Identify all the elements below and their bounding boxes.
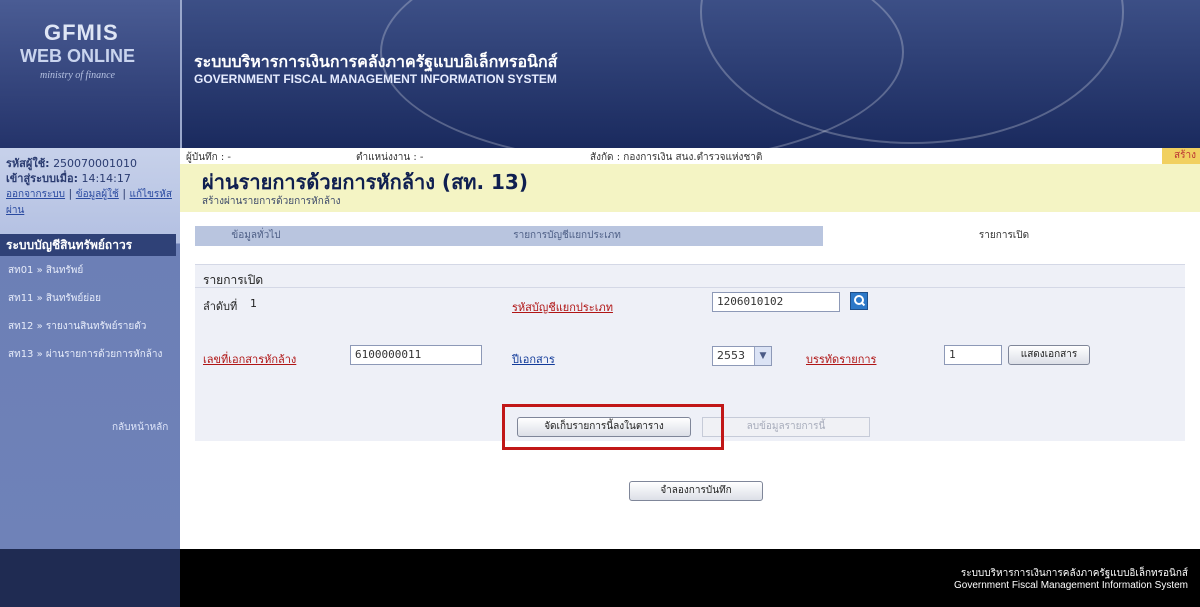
user-info-link[interactable]: ข้อมูลผู้ใช้ (76, 189, 119, 200)
sidebar: รหัสผู้ใช้: 250070001010 เข้าสู่ระบบเมื่… (0, 148, 180, 549)
gfmis-logo[interactable]: GFMIS WEB ONLINE ministry of finance (0, 0, 182, 148)
clearing-doc-label[interactable]: เลขที่เอกสารหักล้าง (203, 350, 296, 368)
section-divider (195, 287, 1185, 288)
tab-open-items[interactable]: รายการเปิด (823, 226, 1185, 246)
seq-label: ลำดับที่ (203, 300, 238, 313)
sidebar-item-st11[interactable]: สท11 » สินทรัพย์ย่อย (0, 292, 180, 305)
footer-text-english: Government Fiscal Management Information… (954, 580, 1188, 591)
affiliation-label: สังกัด : กองการเงิน สนง.ตำรวจแห่งชาติ (590, 152, 763, 163)
gl-account-label[interactable]: รหัสบัญชีแยกประเภท (512, 298, 613, 316)
system-title-english: GOVERNMENT FISCAL MANAGEMENT INFORMATION… (194, 72, 557, 86)
logo-tagline: ministry of finance (40, 70, 115, 81)
footer-text-thai: ระบบบริหารการเงินการคลังภาครัฐแบบอิเล็กท… (960, 568, 1188, 579)
show-document-button[interactable]: แสดงเอกสาร (1008, 345, 1090, 365)
doc-year-label[interactable]: ปีเอกสาร (512, 350, 555, 368)
delete-item-button[interactable]: ลบข้อมูลรายการนี้ (702, 417, 870, 437)
tab-general-info[interactable]: ข้อมูลทั่วไป (195, 226, 317, 246)
app-header: GFMIS WEB ONLINE ministry of finance ระบ… (0, 0, 1200, 148)
clearing-doc-field[interactable]: 6100000011 (350, 345, 482, 365)
sidebar-menu-title: ระบบบัญชีสินทรัพย์ถาวร (0, 234, 176, 256)
login-time-label: เข้าสู่ระบบเมื่อ: (6, 172, 78, 185)
user-code-label: รหัสผู้ใช้: (6, 157, 50, 170)
line-item-label[interactable]: บรรทัดรายการ (806, 350, 876, 368)
tab-gl-items[interactable]: รายการบัญชีแยกประเภท (317, 226, 817, 246)
simulate-save-button[interactable]: จำลองการบันทึก (629, 481, 763, 501)
recorder-label: ผู้บันทึก : - (186, 152, 232, 163)
logo-subtitle: WEB ONLINE (20, 46, 135, 66)
user-info: รหัสผู้ใช้: 250070001010 เข้าสู่ระบบเมื่… (6, 157, 172, 216)
seq-value: 1 (250, 297, 257, 310)
sidebar-item-st13[interactable]: สท13 » ผ่านรายการด้วยการหักล้าง (0, 348, 180, 361)
search-icon[interactable] (850, 292, 868, 310)
doc-year-select[interactable]: 2553 ▼ (712, 346, 772, 366)
title-band: ผ่านรายการด้วยการหักล้าง (สท. 13) สร้างผ… (180, 164, 1200, 212)
highlight-annotation (502, 404, 724, 450)
user-code: 250070001010 (53, 157, 138, 170)
mode-badge: สร้าง (1162, 148, 1200, 164)
doc-year-value: 2553 (717, 349, 745, 362)
sidebar-item-st12[interactable]: สท12 » รายงานสินทรัพย์รายตัว (0, 320, 180, 333)
line-item-field[interactable]: 1 (944, 345, 1002, 365)
position-label: ตำแหน่งงาน : - (356, 152, 424, 163)
info-strip: ผู้บันทึก : - ตำแหน่งงาน : - สังกัด : กอ… (180, 148, 1200, 164)
tab-bar: ข้อมูลทั่วไป รายการบัญชีแยกประเภท รายการ… (195, 226, 1185, 246)
footer-left-block (0, 549, 180, 607)
chevron-down-icon: ▼ (754, 347, 771, 365)
gl-account-field[interactable]: 1206010102 (712, 292, 840, 312)
page-subtitle: สร้างผ่านรายการด้วยการหักล้าง (202, 196, 341, 207)
home-link[interactable]: กลับหน้าหลัก (112, 420, 168, 435)
logo-title: GFMIS (44, 20, 119, 45)
login-time: 14:14:17 (81, 172, 131, 185)
logout-link[interactable]: ออกจากระบบ (6, 189, 65, 200)
sidebar-item-st01[interactable]: สท01 » สินทรัพย์ (0, 264, 180, 277)
